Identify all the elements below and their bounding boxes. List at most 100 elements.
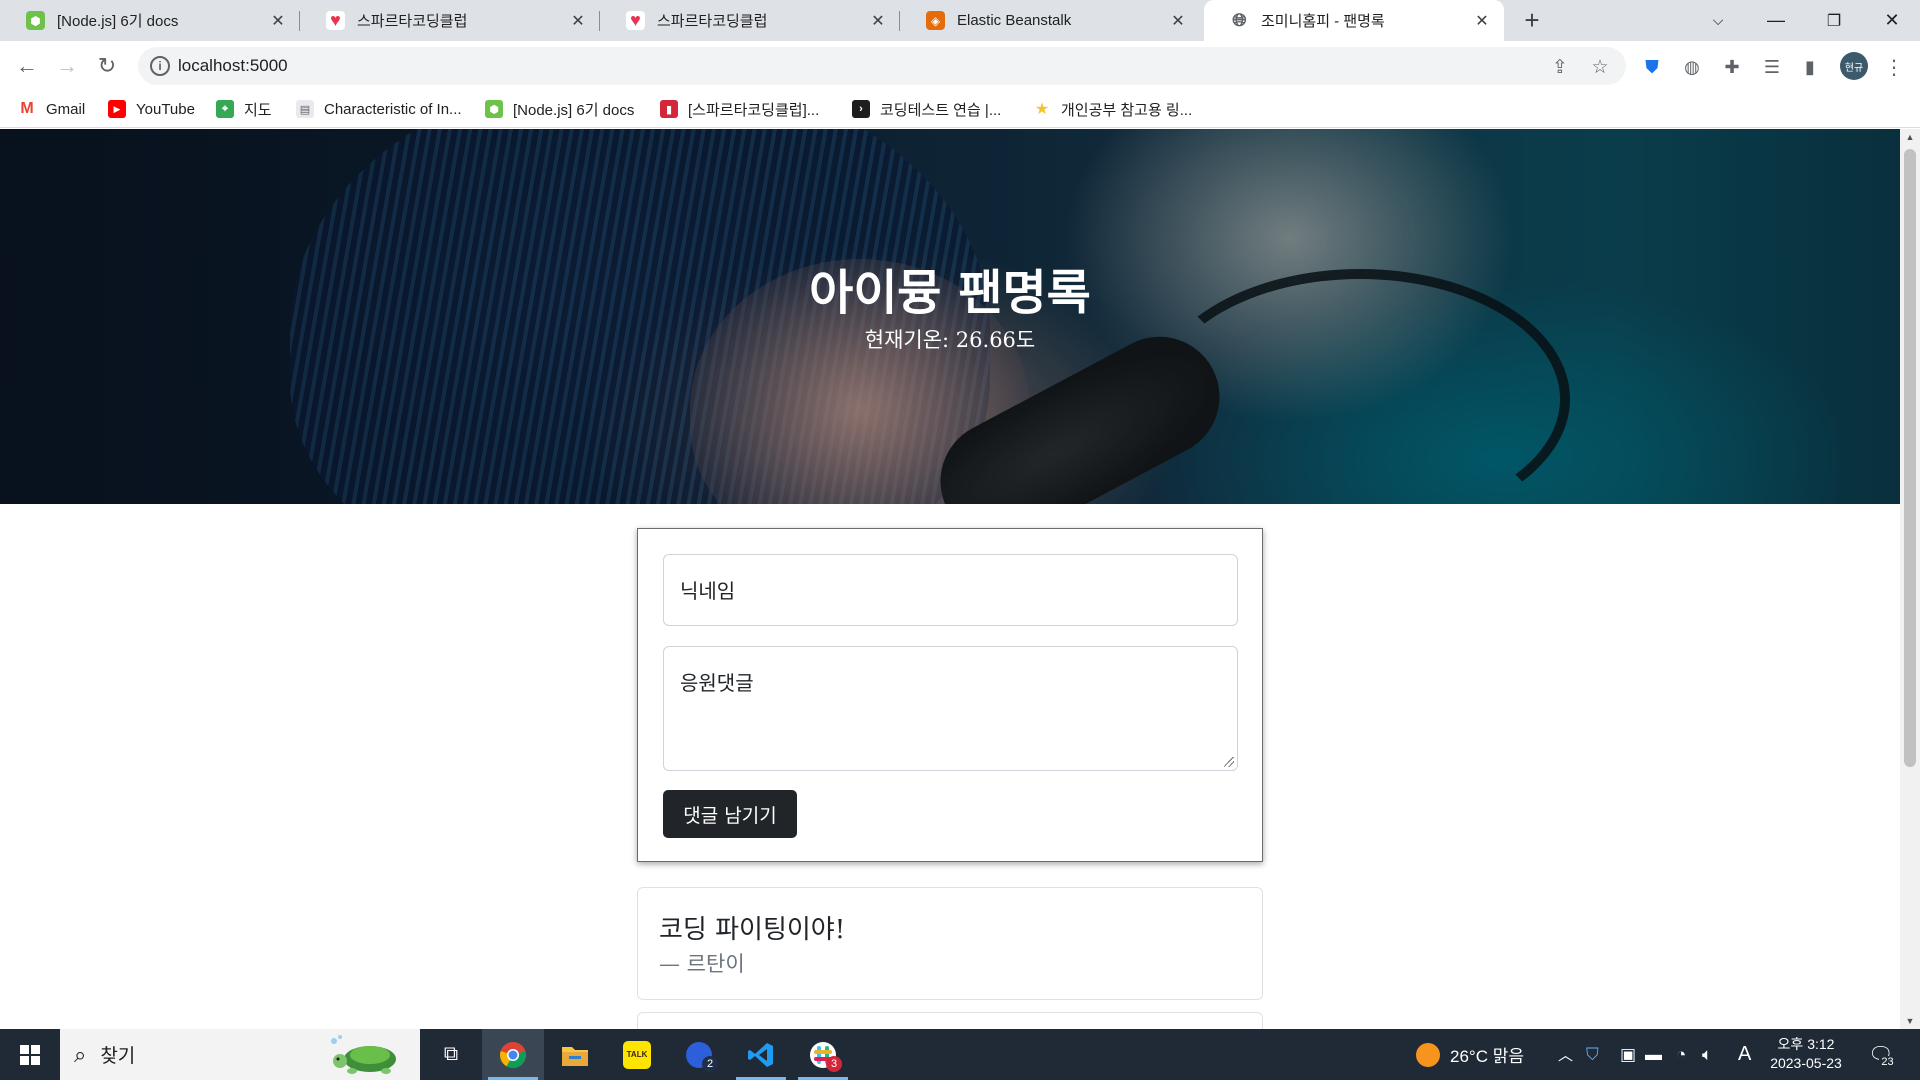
browser-tab[interactable]: ◈ Elastic Beanstalk ✕ [900,0,1200,41]
bookmark-item[interactable]: ⌖ 지도 [216,97,272,121]
vscode-icon [748,1042,773,1067]
reload-button[interactable]: ↻ [90,49,124,83]
bookmark-item[interactable]: M Gmail [18,97,85,121]
submit-comment-button[interactable]: 댓글 남기기 [663,790,797,838]
shield-extension-icon[interactable]: ⛊ [1640,55,1664,79]
bookmark-item[interactable]: ▤ Characteristic of In... [296,97,462,121]
minimize-button[interactable]: — [1748,0,1804,41]
close-window-button[interactable]: ✕ [1864,0,1920,41]
comment-author: — 르탄이 [659,952,745,976]
file-explorer-button[interactable] [544,1029,606,1080]
task-view-button[interactable]: ⧉ [420,1029,482,1080]
tab-title: [Node.js] 6기 docs [57,13,179,30]
start-button[interactable] [0,1029,60,1080]
volume-icon[interactable]: 🔈︎ [1702,1029,1712,1080]
blue-app-button[interactable]: 2 [668,1029,730,1080]
taskbar-search[interactable]: ⌕ 찾기 [60,1029,420,1080]
show-hidden-icons-icon[interactable]: ︿ [1558,1029,1573,1080]
comment-card: 코딩 파이팅이야! — 르탄이 [637,887,1263,1000]
slack-button[interactable]: 3 [792,1029,854,1080]
bookmark-item[interactable]: ▶ YouTube [108,97,195,121]
new-tab-button[interactable]: + [1514,0,1550,41]
scroll-down-arrow-icon[interactable]: ▼ [1900,1013,1920,1029]
kakaotalk-button[interactable]: TALK [606,1029,668,1080]
chrome-taskbar-button[interactable] [482,1029,544,1080]
vscode-button[interactable] [730,1029,792,1080]
scroll-thumb[interactable] [1904,149,1916,767]
search-placeholder: 찾기 [100,1046,136,1067]
translate-extension-icon[interactable]: ◍ [1680,55,1704,79]
security-shield-icon[interactable]: ⛉ [1586,1029,1599,1080]
browser-tab[interactable]: ⬢ [Node.js] 6기 docs ✕ [0,0,300,41]
textarea-resize-handle[interactable] [1224,757,1234,767]
bookmark-label: 개인공부 참고용 링... [1061,101,1193,119]
browser-tab-active[interactable]: 🌐︎ 조미니홈피 - 팬명록 ✕ [1204,0,1504,41]
url-text[interactable]: localhost:5000 [178,56,288,76]
weather-text: 26°C 맑음 [1450,1047,1524,1066]
bookmark-item[interactable]: ⬢ [Node.js] 6기 docs [485,97,634,121]
clock-date: 2023-05-23 [1770,1055,1842,1071]
bookmark-label: 지도 [244,101,272,119]
weather-widget[interactable]: 26°C 맑음 [1416,1029,1524,1080]
taskbar-clock[interactable]: 오후 3:12 2023-05-23 [1766,1035,1846,1073]
document-icon: ▤ [296,100,314,118]
tab-close-icon[interactable]: ✕ [866,11,890,31]
side-panel-icon[interactable]: ▮ [1798,55,1822,79]
site-info-icon[interactable]: i [150,56,170,76]
windows-logo-icon [20,1044,40,1065]
turtle-icon [331,1035,396,1074]
task-view-icon: ⧉ [443,1043,459,1065]
tab-search-icon[interactable]: ⌵ [1690,0,1746,41]
back-button[interactable]: ← [10,49,44,83]
notification-badge: 2 [702,1056,718,1072]
action-center-button[interactable]: 🗨︎ 23 [1868,1029,1896,1080]
wifi-icon[interactable]: ◔ [1676,1029,1686,1080]
reading-list-icon[interactable]: ☰ [1760,55,1784,79]
tab-title: 스파르타코딩클럽 [357,13,468,30]
bookmark-item[interactable]: ▮ [스파르타코딩클럽]... [660,97,819,121]
scroll-up-arrow-icon[interactable]: ▲ [1900,129,1920,145]
chrome-menu-icon[interactable]: ⋮ [1882,55,1906,79]
tab-close-icon[interactable]: ✕ [266,11,290,31]
tab-close-icon[interactable]: ✕ [1166,11,1190,31]
maps-icon: ⌖ [216,100,234,118]
sun-icon [1416,1042,1440,1067]
browser-tab-strip: ⬢ [Node.js] 6기 docs ✕ ♥ 스파르타코딩클럽 ✕ ♥ 스파르… [0,0,1920,41]
share-icon[interactable]: ⇪ [1548,55,1572,79]
aws-beanstalk-icon: ◈ [926,11,945,30]
nickname-placeholder: 닉네임 [680,579,736,603]
bookmark-item[interactable]: ★ 개인공부 참고용 링... [1033,97,1192,121]
page-viewport: 아이뮹 팬명록 현재기온: 26.66도 닉네임 응원댓글 댓글 남기기 코딩 … [0,129,1900,1029]
notification-badge: 3 [826,1056,842,1072]
restore-button[interactable]: ❐ [1806,0,1862,41]
comment-placeholder: 응원댓글 [680,671,754,695]
browser-tab[interactable]: ♥ 스파르타코딩클럽 ✕ [300,0,600,41]
sparta-heart-icon: ♥ [326,10,345,30]
page-scrollbar[interactable]: ▲ ▼ [1900,129,1920,1029]
extensions-puzzle-icon[interactable]: ✚ [1720,55,1744,79]
browser-tab[interactable]: ♥ 스파르타코딩클럽 ✕ [600,0,900,41]
page-title: 아이뮹 팬명록 [809,265,1091,321]
bookmark-label: 코딩테스트 연습 |... [880,101,1002,119]
comment-card-partial [637,1012,1263,1029]
tab-close-icon[interactable]: ✕ [1470,11,1494,31]
nickname-input[interactable]: 닉네임 [663,554,1238,626]
kakaotalk-icon: TALK [623,1040,651,1069]
address-bar[interactable]: i localhost:5000 ⇪ ☆ [138,47,1626,85]
device-icon[interactable]: ▣ [1620,1029,1636,1080]
ime-indicator[interactable]: A [1738,1029,1751,1080]
bookmarks-bar: M Gmail ▶ YouTube ⌖ 지도 ▤ Characteristic … [0,91,1920,128]
bookmark-item[interactable]: › 코딩테스트 연습 |... [852,97,1001,121]
sparta-heart-icon: ♥ [626,10,645,30]
globe-icon: 🌐︎ [1230,10,1249,30]
battery-icon[interactable]: ▬ [1645,1029,1662,1080]
profile-avatar[interactable]: 현규 [1840,52,1868,80]
tab-title: 스파르타코딩클럽 [657,13,768,30]
comment-textarea[interactable]: 응원댓글 [663,646,1238,771]
programmers-icon: › [852,100,870,118]
forward-button[interactable]: → [50,49,84,83]
nodejs-hex-icon: ⬢ [26,11,45,30]
tab-close-icon[interactable]: ✕ [566,11,590,31]
bookmark-star-icon[interactable]: ☆ [1588,55,1612,79]
notification-count: 23 [1879,1055,1896,1068]
